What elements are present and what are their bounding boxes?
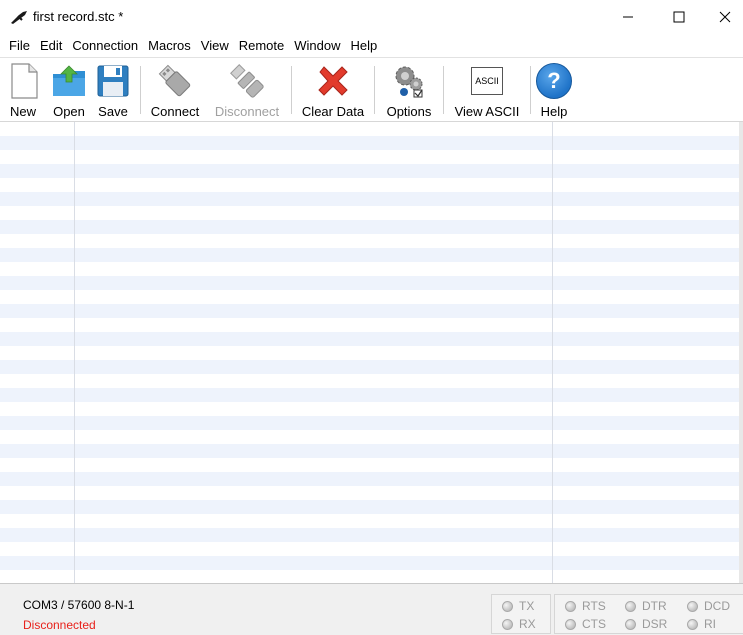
dtr-led-label: DTR xyxy=(642,599,667,613)
dsr-led-dot xyxy=(625,618,636,630)
usb-disconnect-icon xyxy=(230,64,264,98)
view-ascii-button[interactable]: ASCII View ASCII xyxy=(450,60,524,120)
connection-status: Disconnected xyxy=(23,618,96,632)
app-icon xyxy=(11,11,27,24)
toolbar-separator xyxy=(291,66,292,114)
help-icon-text: ? xyxy=(536,63,572,99)
ascii-column-divider xyxy=(552,122,553,584)
dcd-led-dot xyxy=(687,600,698,612)
cts-led: CTS xyxy=(565,617,606,631)
rx-led-dot xyxy=(502,618,513,630)
connect-label: Connect xyxy=(150,104,200,119)
options-label: Options xyxy=(386,104,432,119)
maximize-icon xyxy=(673,11,685,23)
menu-file[interactable]: File xyxy=(0,36,35,56)
ri-led: RI xyxy=(687,617,716,631)
menu-connection[interactable]: Connection xyxy=(67,36,143,56)
vertical-scrollbar[interactable] xyxy=(739,122,743,584)
cts-led-dot xyxy=(565,618,576,630)
options-button[interactable]: Options xyxy=(380,60,438,120)
toolbar-separator xyxy=(530,66,531,114)
data-view[interactable] xyxy=(0,121,743,584)
disconnect-button[interactable]: Disconnect xyxy=(210,60,284,120)
ascii-icon: ASCII xyxy=(468,62,506,100)
window-title: first record.stc * xyxy=(33,9,124,24)
tx-led: TX xyxy=(502,599,534,613)
open-label: Open xyxy=(53,104,85,119)
menu-window[interactable]: Window xyxy=(289,36,345,56)
menu-edit[interactable]: Edit xyxy=(35,36,67,56)
maximize-button[interactable] xyxy=(656,0,702,34)
close-icon xyxy=(719,11,731,23)
toolbar-separator xyxy=(443,66,444,114)
disconnect-label: Disconnect xyxy=(214,104,280,119)
clear-data-button[interactable]: Clear Data xyxy=(298,60,368,120)
rx-led: RX xyxy=(502,617,536,631)
toolbar: New Open Save Connect Disconnect Clear D… xyxy=(0,57,743,122)
help-question-icon: ? xyxy=(535,62,573,100)
toolbar-separator xyxy=(140,66,141,114)
new-label: New xyxy=(9,104,36,119)
new-button[interactable]: New xyxy=(4,60,42,120)
toolbar-separator xyxy=(374,66,375,114)
tx-led-dot xyxy=(502,600,513,612)
ri-led-dot xyxy=(687,618,698,630)
dtr-led: DTR xyxy=(625,599,667,613)
title-bar: first record.stc * xyxy=(0,0,743,34)
rts-led: RTS xyxy=(565,599,606,613)
tx-rx-led-group: TX RX xyxy=(491,594,551,634)
gears-options-icon xyxy=(395,66,423,98)
cts-led-label: CTS xyxy=(582,617,606,631)
ri-led-label: RI xyxy=(704,617,716,631)
rx-led-label: RX xyxy=(519,617,536,631)
menu-remote[interactable]: Remote xyxy=(234,36,290,56)
help-button[interactable]: ? Help xyxy=(534,60,574,120)
menu-bar: File Edit Connection Macros View Remote … xyxy=(0,36,743,56)
connect-button[interactable]: Connect xyxy=(146,60,204,120)
rts-led-label: RTS xyxy=(582,599,606,613)
ascii-icon-text: ASCII xyxy=(471,67,503,95)
usb-plug-icon xyxy=(158,64,191,97)
minimize-button[interactable] xyxy=(605,0,651,34)
save-disk-icon xyxy=(97,65,129,97)
dcd-led-label: DCD xyxy=(704,599,730,613)
dsr-led: DSR xyxy=(625,617,667,631)
save-button[interactable]: Save xyxy=(94,60,132,120)
menu-view[interactable]: View xyxy=(196,36,234,56)
clear-x-icon xyxy=(318,66,348,96)
clear-data-label: Clear Data xyxy=(301,104,365,119)
open-folder-icon xyxy=(53,65,85,96)
save-label: Save xyxy=(98,104,128,119)
tx-led-label: TX xyxy=(519,599,535,613)
port-settings: COM3 / 57600 8-N-1 xyxy=(23,598,135,612)
minimize-icon xyxy=(623,16,633,18)
status-bar: COM3 / 57600 8-N-1 Disconnected TX RX RT… xyxy=(0,583,743,635)
rts-led-dot xyxy=(565,600,576,612)
dtr-led-dot xyxy=(625,600,636,612)
address-column-divider xyxy=(74,122,75,584)
dcd-led: DCD xyxy=(687,599,730,613)
dsr-led-label: DSR xyxy=(642,617,668,631)
close-button[interactable] xyxy=(702,0,743,34)
help-label: Help xyxy=(540,104,568,119)
menu-macros[interactable]: Macros xyxy=(143,36,196,56)
menu-help[interactable]: Help xyxy=(346,36,383,56)
open-button[interactable]: Open xyxy=(48,60,90,120)
view-ascii-label: View ASCII xyxy=(454,104,520,119)
line-status-led-group: RTS CTS DTR DSR DCD RI xyxy=(554,594,743,634)
new-document-icon xyxy=(11,63,38,99)
